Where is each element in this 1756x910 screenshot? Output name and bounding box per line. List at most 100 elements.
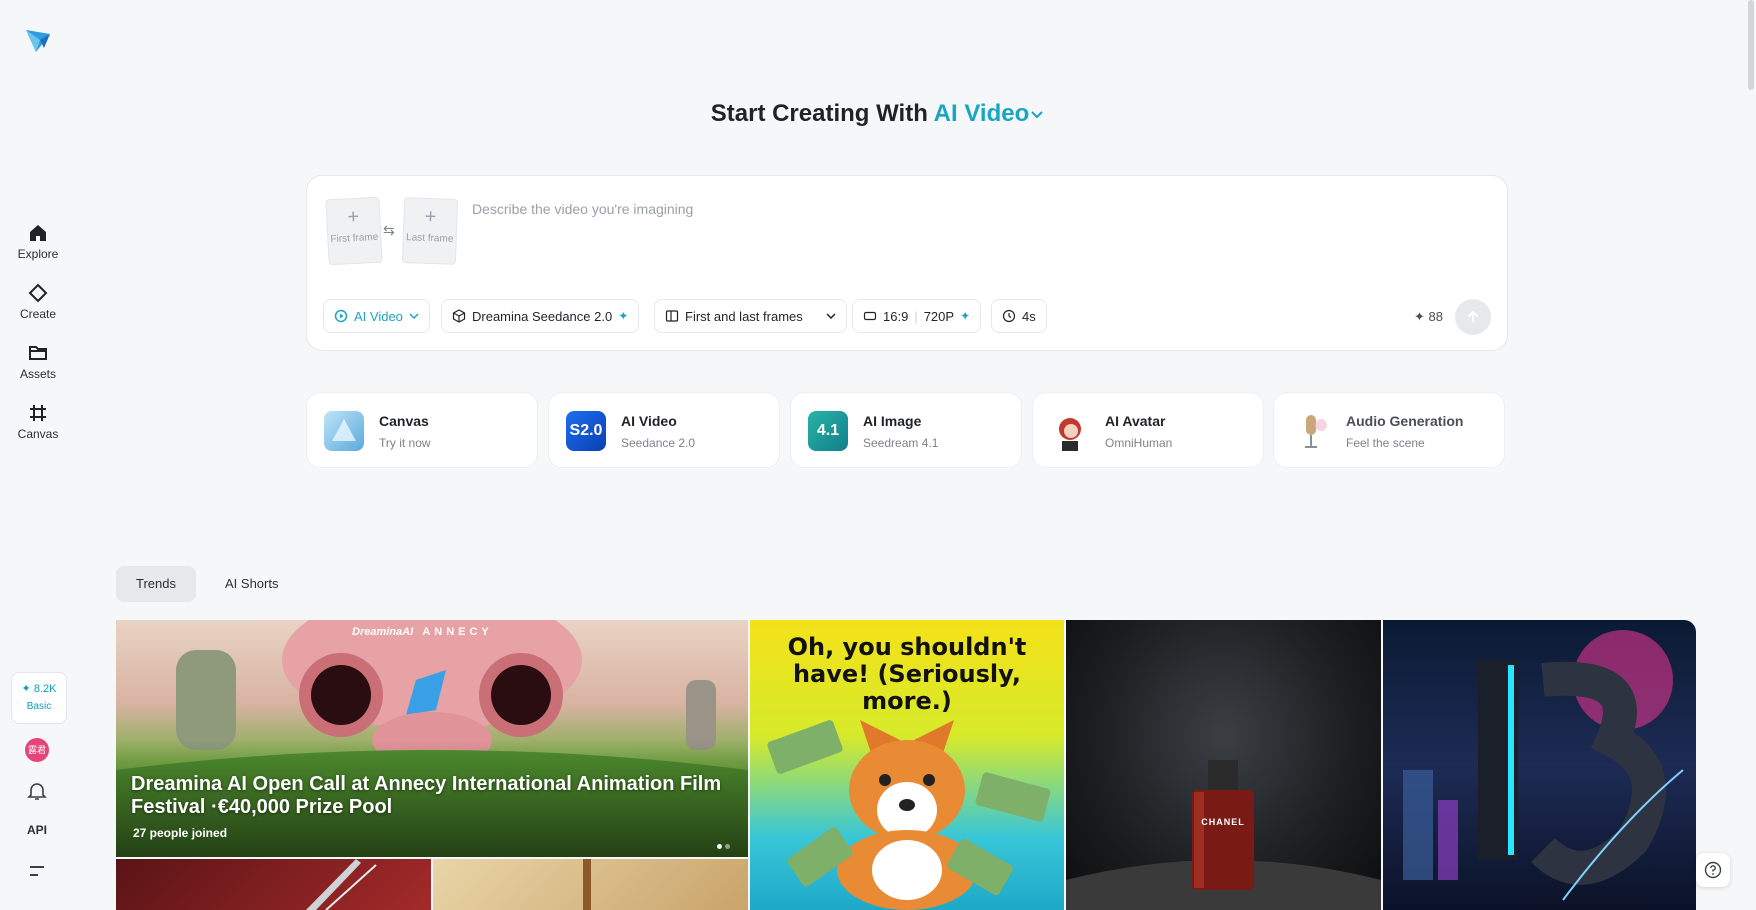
first-frame-upload[interactable]: + First frame: [325, 196, 383, 266]
tool-sub: Seedream 4.1: [863, 436, 939, 450]
tile-artwork: [306, 859, 377, 910]
canvas-thumb: [324, 411, 364, 451]
tool-name: AI Image: [863, 413, 922, 429]
help-button[interactable]: [1696, 853, 1730, 887]
mode-label: AI Video: [933, 100, 1030, 127]
bell-icon[interactable]: [26, 780, 48, 802]
scrollbar[interactable]: [1748, 0, 1754, 90]
diamond-icon: [28, 283, 48, 303]
last-frame-label: Last frame: [405, 232, 454, 245]
gallery-tile-sword[interactable]: [116, 859, 431, 910]
ai-video-thumb: S2.0: [566, 411, 606, 451]
first-frame-label: First frame: [330, 231, 379, 246]
cyber-artwork: [1403, 630, 1684, 901]
perfume-artwork: [1066, 760, 1381, 910]
banner-open-call[interactable]: DreaminaAI ANNECY Dreamina AI Open Call …: [116, 620, 748, 857]
tool-name: Canvas: [379, 413, 429, 429]
swap-icon[interactable]: ⇆: [383, 222, 395, 239]
canvas-icon: [30, 405, 46, 421]
corgi-artwork: [767, 720, 1051, 910]
brand-logo: DreaminaAI ANNECY: [352, 626, 493, 638]
sidebar: Explore Create Assets Canvas ✦ 8.2K Basi…: [0, 0, 75, 910]
mode-select[interactable]: AI Video: [323, 299, 430, 333]
sidebar-item-label: Canvas: [17, 427, 59, 441]
ratio-resolution-select[interactable]: 16:9 | 720P ✦: [852, 299, 982, 333]
avatar[interactable]: 露君: [25, 738, 49, 762]
sidebar-item-canvas[interactable]: Canvas: [8, 403, 68, 441]
banner-joined: 27 people joined: [133, 826, 228, 840]
tool-card-audio-generation[interactable]: Audio Generation Feel the scene: [1273, 392, 1505, 468]
help-icon: [1704, 861, 1722, 879]
resolution-label: 720P: [923, 308, 955, 324]
sidebar-item-create[interactable]: Create: [8, 283, 68, 321]
chevron-down-icon: [826, 313, 836, 320]
generate-button[interactable]: [1455, 299, 1491, 335]
spark-icon: ✦: [1414, 309, 1425, 324]
tool-card-canvas[interactable]: Canvas Try it now: [306, 392, 538, 468]
plus-icon: +: [424, 205, 437, 229]
tool-name: AI Video: [621, 413, 677, 429]
prompt-card: + First frame ⇆ + Last frame AI Video Dr…: [306, 175, 1508, 351]
gallery-tile-cyber[interactable]: [1383, 620, 1696, 910]
gallery-tile-corgi[interactable]: Oh, you shouldn't have! (Seriously, more…: [750, 620, 1064, 910]
folder-icon: [29, 346, 47, 360]
tool-card-ai-avatar[interactable]: AI Avatar OmniHuman: [1032, 392, 1264, 468]
duration-label: 4s: [1022, 308, 1036, 324]
carousel-dots[interactable]: [714, 836, 730, 854]
cube-icon: [452, 309, 466, 323]
page-title: Start Creating With AI Video: [0, 100, 1756, 128]
perfume-label: CHANEL: [1201, 817, 1245, 827]
last-frame-upload[interactable]: + Last frame: [401, 197, 459, 265]
frames-select-label: First and last frames: [685, 308, 803, 324]
mode-dropdown[interactable]: AI Video: [934, 100, 1046, 127]
tool-sub: OmniHuman: [1105, 436, 1173, 450]
banner-title: Dreamina AI Open Call at Annecy Internat…: [131, 773, 722, 818]
prompt-input[interactable]: [470, 194, 1374, 224]
model-select[interactable]: Dreamina Seedance 2.0 ✦: [441, 299, 640, 333]
ai-avatar-thumb: [1050, 411, 1090, 451]
partner-text: ANNECY: [422, 626, 493, 638]
tool-name: AI Avatar: [1105, 413, 1166, 429]
tool-sub: Feel the scene: [1346, 436, 1425, 450]
gallery-tile-perfume[interactable]: CHANEL: [1066, 620, 1381, 910]
sidebar-item-label: Explore: [17, 247, 59, 261]
credits-badge[interactable]: ✦ 8.2K Basic: [11, 672, 67, 724]
ai-image-thumb: 4.1: [808, 411, 848, 451]
chevron-down-icon: [1031, 111, 1043, 119]
tool-sub: Try it now: [379, 436, 431, 450]
api-link[interactable]: API: [27, 823, 47, 837]
model-select-label: Dreamina Seedance 2.0: [472, 308, 613, 324]
tab-trends[interactable]: Trends: [116, 566, 196, 602]
dreamina-logo[interactable]: [24, 26, 52, 54]
sidebar-item-assets[interactable]: Assets: [8, 343, 68, 381]
home-icon: [30, 225, 46, 241]
gallery-tile-parchment[interactable]: [433, 859, 748, 910]
tool-card-ai-image[interactable]: 4.1 AI Image Seedream 4.1: [790, 392, 1022, 468]
title-prefix: Start Creating With: [710, 100, 928, 127]
mode-select-label: AI Video: [354, 308, 403, 324]
brand-text: DreaminaAI: [352, 626, 414, 638]
ratio-label: 16:9: [883, 308, 909, 324]
sidebar-item-label: Create: [19, 307, 57, 321]
spark-icon: ✦: [960, 309, 971, 323]
microphone-thumb: [1291, 411, 1331, 451]
clock-icon: [1002, 309, 1016, 323]
sidebar-item-explore[interactable]: Explore: [8, 223, 68, 261]
tool-card-ai-video[interactable]: S2.0 AI Video Seedance 2.0: [548, 392, 780, 468]
duration-select[interactable]: 4s: [991, 299, 1047, 333]
video-icon: [334, 309, 348, 323]
divider: |: [914, 308, 918, 324]
menu-icon[interactable]: [26, 860, 48, 882]
spark-icon: ✦: [21, 683, 31, 695]
plan-label: Basic: [26, 701, 52, 712]
aspect-ratio-icon: [863, 311, 877, 321]
plus-icon: +: [346, 205, 360, 229]
sidebar-item-label: Assets: [19, 367, 56, 381]
tile-artwork: [583, 859, 591, 910]
credit-cost: ✦ 88: [1414, 309, 1443, 325]
frames-icon: [665, 310, 679, 322]
chevron-down-icon: [409, 313, 419, 320]
credits-value: 8.2K: [33, 683, 57, 695]
frames-select[interactable]: First and last frames: [654, 299, 847, 333]
tab-ai-shorts[interactable]: AI Shorts: [205, 566, 298, 602]
